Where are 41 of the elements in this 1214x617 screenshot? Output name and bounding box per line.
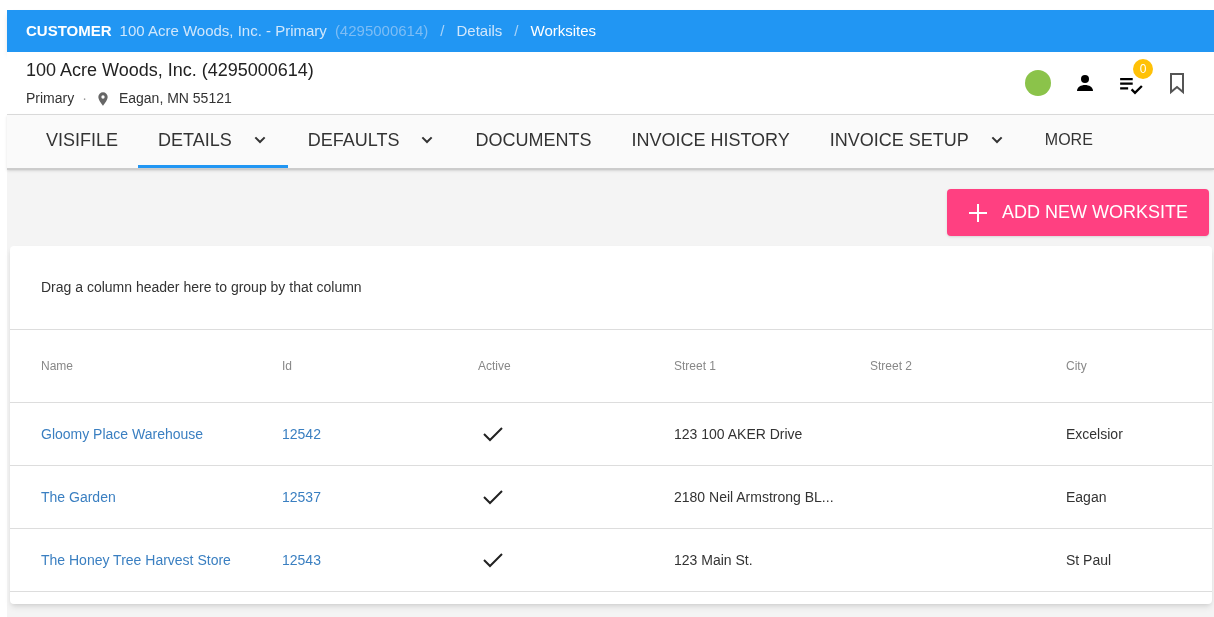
breadcrumb-id: (4295000614) (334, 20, 429, 41)
separator-dot: · (82, 89, 87, 108)
breadcrumb-link[interactable]: Details (456, 19, 503, 43)
nav-tab[interactable]: MORE (1024, 115, 1113, 168)
nav-tab[interactable]: DEFAULTS (287, 115, 456, 168)
breadcrumb-link[interactable]: 100 Acre Woods, Inc. - Primary (119, 19, 327, 43)
table-cell-text: Excelsior (1066, 424, 1124, 444)
table-cell-text: 2180 Neil Armstrong BL... (674, 487, 835, 507)
nav-tab[interactable]: INVOICE HISTORY (611, 115, 810, 168)
breadcrumb-separator: / (440, 20, 445, 41)
table-cell-text: 123 Main St. (674, 550, 754, 570)
nav-tab[interactable]: DETAILS (138, 115, 288, 168)
breadcrumb-separator: / (514, 20, 519, 41)
task-list-icon[interactable] (1119, 77, 1143, 95)
section-label: CUSTOMER (26, 20, 112, 41)
customer-title: 100 Acre Woods, Inc. (4295000614) (26, 59, 314, 82)
table-cell-text: 123 100 AKER Drive (674, 424, 804, 444)
plus-icon (968, 202, 988, 223)
worksite-id-link[interactable]: 12543 (282, 549, 478, 571)
table-cell-text: St Paul (1066, 550, 1113, 570)
nav-tab[interactable]: VISIFILE (26, 115, 139, 168)
add-worksite-button[interactable]: ADD NEW WORKSITE (947, 189, 1209, 236)
worksite-link[interactable]: Gloomy Place Warehouse (41, 423, 282, 445)
breadcrumb-link[interactable]: Worksites (530, 19, 597, 43)
column-header[interactable]: Name (41, 357, 282, 375)
worksite-id-link[interactable]: 12542 (282, 423, 478, 445)
worksite-id-link[interactable]: 12537 (282, 486, 478, 508)
task-count-badge: 0 (1133, 59, 1153, 79)
worksite-link[interactable]: The Honey Tree Harvest Store (41, 549, 282, 571)
column-header[interactable]: Street 1 (674, 357, 870, 375)
customer-location: Eagan, MN 55121 (118, 89, 232, 108)
customer-type: Primary (26, 89, 75, 108)
column-header[interactable]: Active (478, 357, 674, 375)
group-hint: Drag a column header here to group by that column (41, 278, 362, 297)
column-header[interactable]: City (1066, 357, 1212, 375)
column-header[interactable]: Id (282, 357, 478, 375)
nav-tab[interactable]: INVOICE SETUP (809, 115, 1025, 168)
nav-tab[interactable]: DOCUMENTS (455, 115, 612, 168)
table-cell-text: Eagan (1066, 487, 1108, 507)
worksite-link[interactable]: The Garden (41, 486, 282, 508)
column-header[interactable]: Street 2 (870, 357, 1066, 375)
